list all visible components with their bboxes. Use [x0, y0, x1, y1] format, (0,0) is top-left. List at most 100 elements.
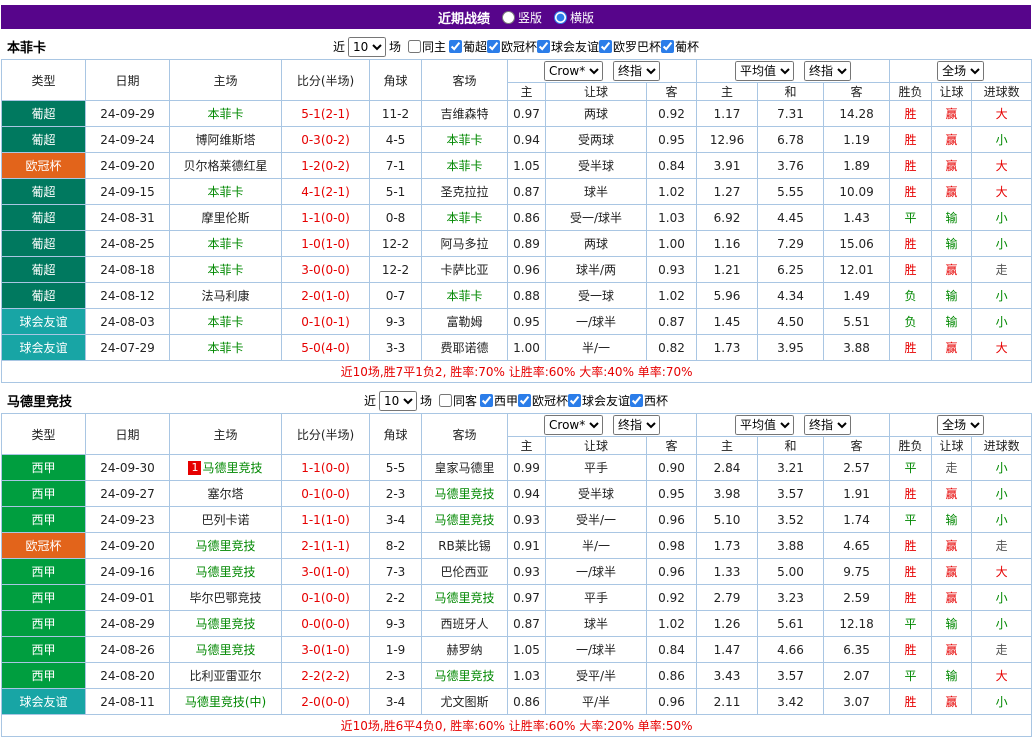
match-date: 24-08-26: [85, 636, 170, 663]
section-header: 马德里竞技 近 10 场 同客 西甲 欧冠杯 球会友谊 西杯: [1, 388, 1031, 413]
odds-stage-select[interactable]: 终指: [613, 415, 661, 435]
league-filter-checkbox[interactable]: [599, 40, 613, 53]
sub-header-avg-draw: 和: [757, 82, 825, 101]
league-badge: 葡超: [1, 256, 86, 283]
scope-select[interactable]: 全场: [937, 61, 985, 81]
match-date: 24-08-03: [85, 308, 170, 335]
same-side-checkbox[interactable]: [407, 40, 421, 53]
away-team: 本菲卡: [421, 282, 508, 309]
avg-away: 10.09: [823, 178, 891, 205]
layout-option-vertical[interactable]: 竖版: [501, 9, 542, 26]
result-outcome: 胜: [889, 126, 933, 153]
col-header-away: 客场: [421, 413, 508, 455]
match-score: 3-0(0-0): [281, 256, 370, 283]
match-count-select[interactable]: 10: [378, 390, 417, 411]
league-filter-checkbox[interactable]: [518, 394, 531, 407]
league-filter-checkbox[interactable]: [630, 394, 644, 407]
league-filter-checkbox[interactable]: [487, 40, 500, 53]
match-row: 西甲 24-09-23 巴列卡诺 1-1(1-0) 3-4 马德里竞技 0.93 受半/一 0.…: [1, 506, 1032, 533]
odds-home: 1.03: [507, 662, 546, 689]
home-team-name: 马德里竞技: [195, 539, 256, 553]
league-filter-checkbox[interactable]: [661, 40, 675, 53]
avg-draw: 3.42: [757, 688, 825, 715]
team-name: 本菲卡: [7, 41, 47, 56]
league-filter[interactable]: 欧冠杯: [487, 38, 537, 55]
result-goals: 走: [971, 636, 1032, 663]
league-filter-checkbox[interactable]: [479, 394, 493, 407]
odds-handicap: 受半/一: [545, 506, 647, 533]
league-filter-checkbox[interactable]: [568, 394, 582, 407]
layout-option-horizontal[interactable]: 横版: [554, 9, 594, 26]
match-date: 24-08-20: [85, 662, 170, 689]
home-team-name: 塞尔塔: [207, 487, 244, 501]
same-side-checkbox[interactable]: [438, 394, 452, 407]
league-filter[interactable]: 欧罗巴杯: [599, 38, 661, 55]
away-team-name: 富勒姆: [446, 315, 483, 329]
same-side-label: 同客: [452, 394, 477, 408]
home-team-name: 马德里竞技: [202, 461, 263, 475]
odds-away: 0.84: [645, 152, 698, 179]
result-outcome: 胜: [889, 636, 933, 663]
odds-home: 0.97: [507, 100, 546, 127]
col-header-away: 客场: [421, 59, 508, 101]
avg-stage-select[interactable]: 终指: [804, 61, 852, 81]
home-team-name: 马德里竞技: [195, 565, 256, 579]
corner-count: 7-1: [369, 152, 422, 179]
league-filter[interactable]: 葡超: [448, 38, 487, 55]
league-filter[interactable]: 欧冠杯: [518, 392, 568, 409]
match-count-select[interactable]: 10: [347, 36, 386, 57]
result-handicap: 赢: [931, 636, 973, 663]
sub-header-outcome: 胜负: [889, 436, 933, 455]
league-badge: 西甲: [1, 480, 86, 507]
avg-stage-select[interactable]: 终指: [804, 415, 852, 435]
odds-away: 1.02: [645, 282, 698, 309]
odds-company-select[interactable]: Crow*: [544, 61, 604, 81]
result-outcome: 平: [889, 204, 933, 231]
match-score: 2-0(0-0): [281, 688, 370, 715]
away-team-name: 马德里竞技: [434, 591, 495, 605]
odds-handicap: 受两球: [545, 126, 647, 153]
layout-radio-horizontal[interactable]: [554, 10, 567, 24]
layout-radio-vertical[interactable]: [501, 10, 515, 24]
league-filter[interactable]: 葡杯: [661, 38, 699, 55]
match-row: 球会友谊 24-08-11 马德里竞技(中) 2-0(0-0) 3-4 尤文图斯 0.86 平…: [1, 688, 1032, 715]
home-team: 毕尔巴鄂竞技: [169, 584, 282, 611]
result-handicap: 输: [931, 282, 973, 309]
near-label: 近: [332, 40, 345, 54]
odds-away: 0.87: [645, 308, 698, 335]
avg-draw: 3.57: [757, 662, 825, 689]
scope-select[interactable]: 全场: [937, 415, 985, 435]
scope-header: 全场: [889, 59, 1032, 83]
odds-home: 0.93: [507, 506, 546, 533]
match-row: 欧冠杯 24-09-20 马德里竞技 2-1(1-1) 8-2 RB莱比锡 0.91 半/一 0…: [1, 532, 1032, 559]
near-label: 近: [363, 394, 376, 408]
league-filter[interactable]: 球会友谊: [537, 38, 599, 55]
odds-company-select[interactable]: Crow*: [544, 415, 604, 435]
odds-stage-select[interactable]: 终指: [613, 61, 661, 81]
avg-odds-select[interactable]: 平均值: [735, 415, 795, 435]
match-date: 24-09-16: [85, 558, 170, 585]
away-team: 本菲卡: [421, 152, 508, 179]
matches-tbody: 葡超 24-09-29 本菲卡 5-1(2-1) 11-2 吉维森特 0.97 两球 0.92 1…: [1, 100, 1032, 361]
avg-odds-select[interactable]: 平均值: [735, 61, 795, 81]
league-filter-checkbox[interactable]: [448, 40, 462, 53]
away-team: 富勒姆: [421, 308, 508, 335]
match-score: 2-1(1-1): [281, 532, 370, 559]
same-side-filter[interactable]: 同客: [438, 392, 477, 409]
league-filter[interactable]: 西杯: [630, 392, 668, 409]
result-goals: 小: [971, 584, 1032, 611]
league-filter[interactable]: 球会友谊: [568, 392, 630, 409]
result-outcome: 平: [889, 610, 933, 637]
result-goals: 小: [971, 126, 1032, 153]
avg-draw: 6.25: [757, 256, 825, 283]
match-row: 西甲 24-08-29 马德里竞技 0-0(0-0) 9-3 西班牙人 0.87 球半 1.02…: [1, 610, 1032, 637]
league-filter[interactable]: 西甲: [479, 392, 518, 409]
away-team: 马德里竞技: [421, 480, 508, 507]
result-outcome: 胜: [889, 152, 933, 179]
corner-count: 2-2: [369, 584, 422, 611]
odds-home: 1.00: [507, 334, 546, 361]
league-filter-checkbox[interactable]: [537, 40, 551, 53]
corner-count: 0-8: [369, 204, 422, 231]
same-side-filter[interactable]: 同主: [407, 38, 446, 55]
home-team-name: 本菲卡: [207, 185, 244, 199]
